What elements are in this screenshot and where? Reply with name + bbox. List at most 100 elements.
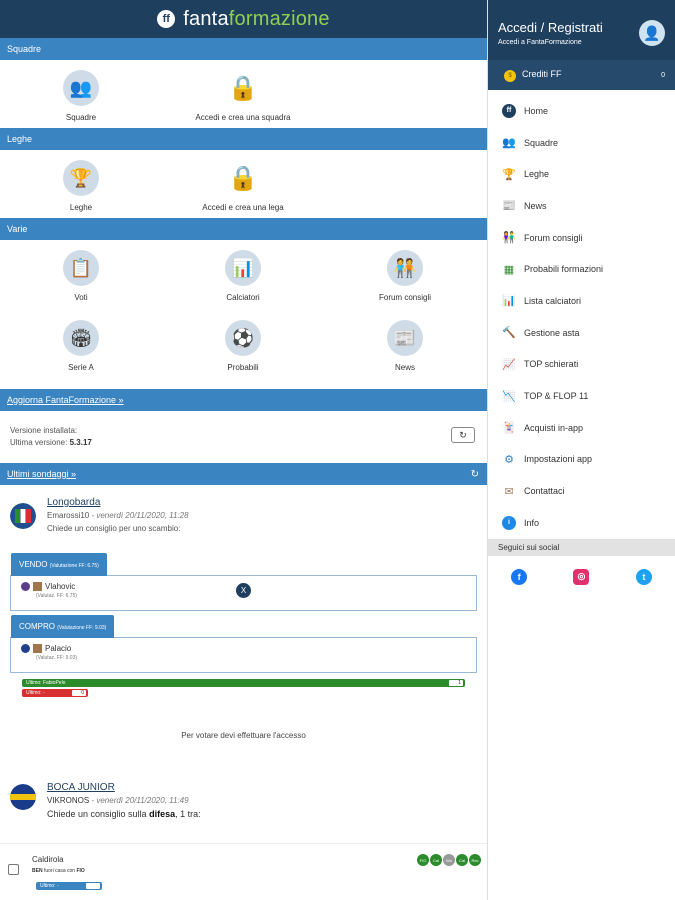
voti-tile[interactable]: 📋 Voti xyxy=(0,240,162,310)
leghe-grid: 🏆 Leghe 🔒 Accedi e crea una lega xyxy=(0,150,487,218)
poll-team-name[interactable]: BOCA JUNIOR xyxy=(47,782,201,793)
menu-item-info[interactable]: i Info xyxy=(488,507,675,539)
coin-icon: $ xyxy=(504,69,516,82)
form-badge: Cal xyxy=(456,854,468,866)
instagram-icon[interactable]: ◎ xyxy=(573,568,590,585)
menu-item-contattaci[interactable]: ✉ Contattaci xyxy=(488,475,675,507)
mail-icon: ✉ xyxy=(504,485,514,498)
chart-up-icon: 📈 xyxy=(502,358,516,371)
form-badge: Cal xyxy=(430,854,442,866)
create-league-tile[interactable]: 🔒 Accedi e crea una lega xyxy=(162,150,324,218)
menu-item-label: Home xyxy=(524,105,549,116)
option-player-fixture: BEN fuori casa con FIO xyxy=(32,868,85,874)
forum-tile[interactable]: 🧑‍🤝‍🧑 Forum consigli xyxy=(324,240,486,310)
twitter-icon[interactable]: t xyxy=(635,568,652,585)
option-player-name: Caldirola xyxy=(32,855,64,864)
menu-item-label: TOP schierati xyxy=(524,359,579,370)
menu-item-label: Contattaci xyxy=(524,486,565,497)
gavel-icon: 🔨 xyxy=(502,327,516,340)
menu-item-label: TOP & FLOP 11 xyxy=(524,391,589,402)
menu-item-news[interactable]: 📰 News xyxy=(488,190,675,222)
menu-item-top-flop-11[interactable]: 📉 TOP & FLOP 11 xyxy=(488,380,675,412)
credits-count: 0 xyxy=(661,71,665,79)
news-icon: 📰 xyxy=(387,320,423,356)
menu-item-squadre[interactable]: 👥 Squadre xyxy=(488,127,675,159)
menu-item-forum-consigli[interactable]: 👫 Forum consigli xyxy=(488,222,675,254)
section-sondaggi[interactable]: Ultimi sondaggi » ↻ xyxy=(0,463,487,485)
menu-item-lista-calciatori[interactable]: 📊 Lista calciatori xyxy=(488,285,675,317)
credits-row[interactable]: $ Crediti FF 0 xyxy=(488,60,675,90)
form-badge: Rec xyxy=(469,854,481,866)
poll-team-name[interactable]: Longobarda xyxy=(47,497,189,508)
poll-header: Longobarda Emarossi10 - venerdì 20/11/20… xyxy=(10,485,477,533)
role-icon xyxy=(33,644,42,653)
menu-item-home[interactable]: ff Home xyxy=(488,95,675,127)
create-team-tile[interactable]: 🔒 Accedi e crea una squadra xyxy=(162,60,324,128)
form-badge: Wo xyxy=(443,854,455,866)
poll-question: Chiede un consiglio per uno scambio: xyxy=(47,524,181,533)
menu-item-acquisti-in-app[interactable]: 🃏 Acquisti in-app xyxy=(488,412,675,444)
seriea-tile[interactable]: 🏟 Serie A xyxy=(0,310,162,380)
poll-option-row: Caldirola BEN fuori casa con FIO Ultimo:… xyxy=(0,843,487,895)
team-badge-icon xyxy=(21,582,30,591)
people-icon: 👫 xyxy=(502,232,516,245)
varie-grid-row-1: 📋 Voti 📊 Calciatori 🧑‍🤝‍🧑 Forum consigli xyxy=(0,240,487,310)
team-icon: 👥 xyxy=(63,70,99,106)
lock-icon: 🔒 xyxy=(228,164,258,192)
stats-icon: 📊 xyxy=(502,295,516,308)
refresh-icon[interactable]: ↻ xyxy=(471,469,479,480)
facebook-icon[interactable]: f xyxy=(511,568,528,585)
menu-item-label: Probabili formazioni xyxy=(524,264,604,275)
section-aggiorna[interactable]: Aggiorna FantaFormazione » xyxy=(0,389,487,411)
menu-item-leghe[interactable]: 🏆 Leghe xyxy=(488,158,675,190)
role-icon xyxy=(33,582,42,591)
menu-item-label: Squadre xyxy=(524,137,559,148)
menu-item-impostazioni-app[interactable]: ⚙ Impostazioni app xyxy=(488,444,675,476)
main-content: ff fantaformazione Squadre 👥 Squadre 🔒 A… xyxy=(0,0,487,900)
team-logo-icon xyxy=(10,784,36,810)
form-badges: FIO Cal Wo Cal Rec xyxy=(417,854,481,866)
version-info: Versione installata: Ultima versione: 5.… xyxy=(0,411,487,463)
varie-grid-row-2: 🏟 Serie A ⚽ Probabili 📰 News xyxy=(0,310,487,380)
settings-icon: ⚙ xyxy=(504,453,514,466)
option-vote-bar: Ultimo: - xyxy=(36,882,102,890)
version-installed: Versione installata: xyxy=(10,426,78,435)
field-icon: ▦ xyxy=(503,263,515,276)
poll-question: Chiede un consiglio sulla difesa, 1 tra: xyxy=(47,809,201,819)
menu-item-label: Leghe xyxy=(524,169,550,180)
poll-meta: Emarossi10 - venerdì 20/11/2020, 11:28 xyxy=(47,511,189,520)
menu-item-top-schierati[interactable]: 📈 TOP schierati xyxy=(488,349,675,381)
news-tile[interactable]: 📰 News xyxy=(324,310,486,380)
app-brand: fantaformazione xyxy=(183,7,330,30)
buy-tab: COMPRO (Valutazione FF: 9.03) xyxy=(11,615,115,638)
trophy-icon: 🏆 xyxy=(502,168,516,181)
squadre-tile[interactable]: 👥 Squadre xyxy=(0,60,162,128)
version-refresh-button[interactable]: ↻ xyxy=(451,427,475,443)
stats-icon: 📊 xyxy=(225,250,261,286)
people-icon: 🧑‍🤝‍🧑 xyxy=(387,250,423,286)
login-note: Per votare devi effettuare l'accesso xyxy=(181,731,306,740)
drawer-header[interactable]: Accedi / Registrati Accedi a FantaFormaz… xyxy=(488,0,675,60)
vote-bar-buy: Ultimo: -0 xyxy=(22,689,88,697)
calciatori-tile[interactable]: 📊 Calciatori xyxy=(162,240,324,310)
menu-item-probabili-formazioni[interactable]: ▦ Probabili formazioni xyxy=(488,253,675,285)
drawer-menu: ff Home 👥 Squadre 🏆 Leghe 📰 News 👫 Forum consigli… xyxy=(488,90,675,539)
news-icon: 📰 xyxy=(502,200,516,213)
option-checkbox[interactable] xyxy=(8,864,19,875)
social-links: f ◎ t xyxy=(488,556,675,585)
drawer-subtitle: Accedi a FantaFormazione xyxy=(498,39,582,46)
cards-icon: 🃏 xyxy=(502,422,516,435)
probabili-tile[interactable]: ⚽ Probabili xyxy=(162,310,324,380)
refresh-icon: ↻ xyxy=(459,430,467,440)
team-badge-icon xyxy=(21,644,30,653)
swap-x-icon: X xyxy=(236,583,251,598)
leghe-tile[interactable]: 🏆 Leghe xyxy=(0,150,162,218)
avatar-icon[interactable]: 👤 xyxy=(639,20,665,46)
social-header: Seguici sui social xyxy=(488,538,675,556)
menu-item-label: Impostazioni app xyxy=(524,454,593,465)
buy-player: Palacio xyxy=(21,644,466,653)
app-bar: ff fantaformazione xyxy=(0,0,487,38)
poll-card-2: BOCA JUNIOR VIKRONOS - venerdì 20/11/202… xyxy=(0,782,487,819)
menu-item-gestione-asta[interactable]: 🔨 Gestione asta xyxy=(488,317,675,349)
team-icon: 👥 xyxy=(502,137,516,150)
